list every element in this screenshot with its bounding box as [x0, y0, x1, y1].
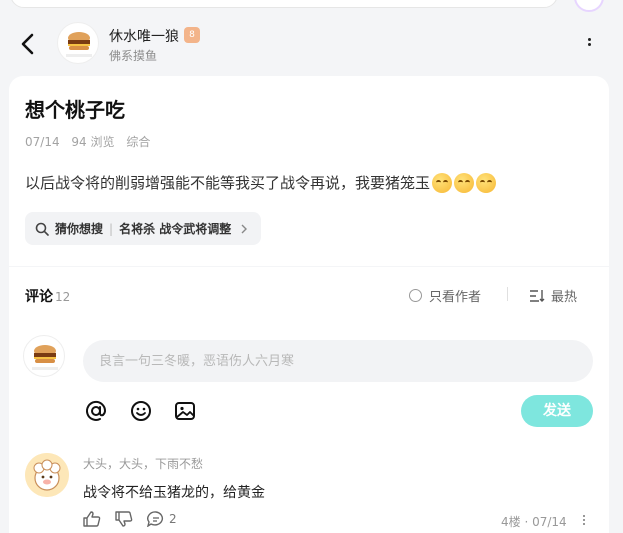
comment-text: 战令将不给玉猪龙的，给黄金: [83, 485, 265, 501]
post-header: 休水唯一狼 8 佛系摸鱼: [0, 20, 623, 68]
commenter-name[interactable]: 大头，大头，下雨不愁: [83, 455, 203, 472]
comment-more-icon[interactable]: [581, 513, 587, 527]
comments-heading: 评论 12: [25, 286, 70, 306]
post-title: 想个桃子吃: [25, 98, 125, 122]
thumbs-up-icon[interactable]: [83, 511, 101, 527]
image-icon[interactable]: [174, 400, 196, 422]
comments-section: 评论12 只看作者 最热 发送: [9, 267, 609, 533]
chevron-right-icon: [241, 224, 248, 233]
guess-label: 猜你想搜: [55, 222, 104, 236]
author-subtitle: 佛系摸鱼: [109, 49, 158, 63]
comment-floor-date: 4楼 · 07/14: [501, 515, 567, 529]
smile-emoji-icon: [432, 172, 453, 193]
author-avatar[interactable]: [57, 22, 99, 64]
smile-emoji-icon: [476, 172, 497, 193]
comments-title: 评论: [25, 289, 53, 305]
divider: [507, 287, 508, 301]
send-button[interactable]: 发送: [521, 395, 593, 427]
sort-label: 最热: [551, 290, 578, 305]
author-name[interactable]: 休水唯一狼: [109, 26, 179, 46]
post-body: 以后战令将的削弱增强能不能等我买了战令再说，我要猪笼玉: [25, 172, 497, 193]
burger-avatar-icon: [66, 32, 92, 57]
sort-hot-button[interactable]: 最热: [529, 286, 577, 305]
guess-separator: |: [109, 221, 114, 236]
sort-icon: [530, 289, 545, 302]
thumbs-down-icon[interactable]: [115, 511, 133, 527]
comments-count: 12: [55, 290, 71, 304]
guess-search-chip[interactable]: 猜你想搜 | 名将杀 战令武将调整: [25, 212, 262, 245]
search-icon: [35, 222, 49, 236]
post-date: 07/14: [25, 135, 60, 149]
level-badge: 8: [184, 27, 200, 43]
post-body-text: 以后战令将的削弱增强能不能等我买了战令再说，我要猪笼玉: [25, 174, 431, 192]
commenter-avatar[interactable]: [25, 453, 69, 497]
post-views: 94 浏览: [71, 135, 115, 149]
radio-icon: [409, 289, 422, 302]
reply-count: 2: [169, 512, 177, 526]
reply-bubble-icon[interactable]: [147, 511, 165, 527]
at-mention-icon[interactable]: [85, 400, 107, 422]
more-options-icon[interactable]: [585, 36, 593, 54]
post-meta: 07/14 94 浏览 综合: [25, 133, 158, 150]
back-arrow-icon[interactable]: [18, 32, 38, 56]
only-author-label: 只看作者: [429, 290, 482, 305]
burger-avatar-icon: [32, 345, 58, 370]
guess-query: 名将杀 战令武将调整: [119, 222, 232, 236]
sheep-avatar-icon: [25, 453, 69, 497]
comment-input[interactable]: [83, 340, 593, 382]
top-search-bar[interactable]: [10, 0, 558, 8]
post-card: 想个桃子吃 07/14 94 浏览 综合 以后战令将的削弱增强能不能等我买了战令…: [9, 76, 609, 266]
only-author-toggle[interactable]: 只看作者: [409, 286, 481, 305]
smile-emoji-icon: [454, 172, 475, 193]
post-category[interactable]: 综合: [126, 135, 150, 149]
emoji-icon[interactable]: [130, 400, 152, 422]
my-avatar: [23, 335, 65, 377]
top-profile-circle[interactable]: [574, 0, 604, 12]
comment-actions: 2: [83, 511, 177, 527]
